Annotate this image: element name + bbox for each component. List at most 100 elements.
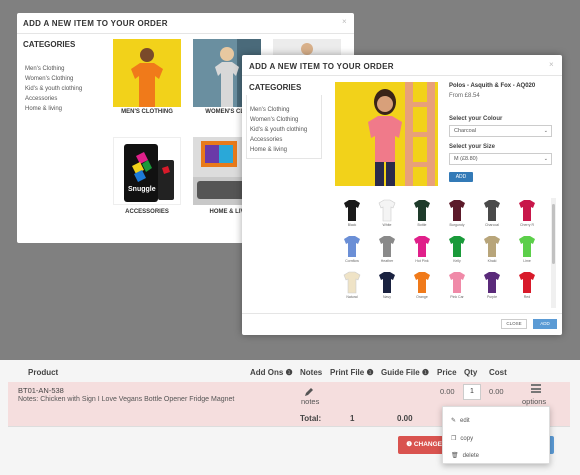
swatch-scrollbar[interactable] [551,198,556,308]
colour-swatch[interactable]: Lime [512,234,542,270]
close-icon[interactable]: × [342,17,347,26]
row-price: 0.00 [440,387,455,396]
colour-swatch[interactable]: Red [512,270,542,306]
modal-title: ADD A NEW ITEM TO YOUR ORDER [249,62,394,71]
swatch-label: Red [523,295,531,299]
swatch-label: White [382,223,392,227]
colour-swatch[interactable]: Pink Car [442,270,472,306]
qty-input[interactable]: 1 [463,384,481,400]
size-label: Select your Size [449,144,496,150]
swatch-label: Bottle [417,223,427,227]
swatch-label: Khaki [487,259,497,263]
polo-shirt-icon [411,306,433,308]
colour-swatch[interactable]: Bottle [407,198,437,234]
menu-item-delete[interactable]: 🗑 delete [451,452,479,460]
swatch-label: Black [347,223,357,227]
colour-swatch[interactable]: Orange [407,270,437,306]
colour-swatch[interactable] [407,306,437,308]
colour-swatch[interactable] [372,306,402,308]
colour-swatch[interactable]: Hot Pink [407,234,437,270]
category-mens[interactable]: Men's Clothing [250,105,307,115]
colour-swatch[interactable]: Heather [372,234,402,270]
colour-swatch[interactable]: Black [337,198,367,234]
category-womens[interactable]: Women's Clothing [25,74,82,84]
colour-swatch[interactable]: Natural [337,270,367,306]
polo-shirt-icon [484,236,500,257]
options-icon[interactable] [531,384,541,393]
tile-label-accessories[interactable]: ACCESSORIES [113,209,181,215]
swatch-label: Pink Car [450,295,464,299]
categories-heading: CATEGORIES [249,83,302,92]
change-button[interactable]: ❶ CHANGE [398,436,446,454]
col-product: Product [28,368,59,377]
colour-swatch[interactable] [477,306,507,308]
category-mens[interactable]: Men's Clothing [25,64,82,74]
colour-swatch[interactable]: White [372,198,402,234]
category-list: Men's Clothing Women's Clothing Kid's & … [25,64,82,114]
colour-swatch[interactable]: Cornflow [337,234,367,270]
colour-swatch[interactable]: Burgundy [442,198,472,234]
divider [17,33,354,34]
menu-item-edit[interactable]: ✎ edit [451,417,470,425]
colour-swatch[interactable]: Charcoal [477,198,507,234]
colour-swatch[interactable] [512,306,542,308]
product-notes: Notes: Chicken with Sign I Love Vegans B… [18,396,235,403]
size-select[interactable]: M (£8.80) ⌄ [449,153,552,165]
add-button[interactable]: ADD [449,172,473,182]
colour-swatch[interactable]: Khaki [477,234,507,270]
polo-shirt-icon [379,236,395,257]
options-menu: ✎ edit ❐ copy 🗑 delete [442,406,550,464]
total-label: Total: [300,414,322,423]
swatch-label: Navy [383,295,391,299]
polo-shirt-icon [341,306,363,308]
add-footer-button[interactable]: ADD [533,319,557,329]
colour-label: Select your Colour [449,116,503,122]
tile-label-mens[interactable]: MEN'S CLOTHING [113,109,181,115]
colour-swatch[interactable] [442,306,472,308]
options-link[interactable]: options [522,397,546,406]
order-panel: Product Add Ons ❶ Notes Print File ❶ Gui… [0,360,580,475]
category-accessories[interactable]: Accessories [25,94,82,104]
pencil-icon: ✎ [451,418,457,424]
close-icon[interactable]: × [549,60,554,69]
polo-shirt-icon [378,199,396,222]
menu-item-copy[interactable]: ❐ copy [451,435,473,443]
polo-shirt-icon [379,272,395,293]
close-button[interactable]: CLOSE [501,319,527,329]
col-cost: Cost [489,368,507,377]
polo-shirt-icon [376,306,398,308]
col-qty: Qty [464,368,478,377]
polo-shirt-icon [516,306,538,308]
category-kids[interactable]: Kid's & youth clothing [25,84,82,94]
category-kids[interactable]: Kid's & youth clothing [250,125,307,135]
colour-swatch[interactable]: Cherry R [512,198,542,234]
polo-shirt-icon [484,272,500,293]
category-accessories[interactable]: Accessories [250,135,307,145]
trash-icon: 🗑 [451,453,459,459]
accessories-image[interactable]: Snuggle [113,137,181,205]
divider [242,75,562,76]
colour-swatch[interactable]: Purple [477,270,507,306]
polo-shirt-icon [414,200,430,221]
colour-swatch[interactable] [337,306,367,308]
scrollbar-thumb[interactable] [552,204,555,264]
col-notes: Notes [300,368,323,377]
polo-shirt-icon [344,236,360,257]
notes-link[interactable]: notes [301,397,319,406]
colour-select[interactable]: Charcoal ⌄ [449,125,552,137]
col-price: Price [437,368,457,377]
mens-clothing-image[interactable] [113,39,181,107]
product-title: Polos - Asquith & Fox - AQ020 [449,83,536,89]
row-cost: 0.00 [489,387,504,396]
category-home[interactable]: Home & living [25,104,82,114]
swatch-label: Lime [523,259,531,263]
colour-swatch[interactable]: Kelly [442,234,472,270]
swatch-label: Cornflow [345,259,359,263]
col-print-file: Print File ❶ [330,368,374,377]
category-womens[interactable]: Women's Clothing [250,115,307,125]
swatch-label: Hot Pink [415,259,429,263]
category-home[interactable]: Home & living [250,145,307,155]
categories-heading: CATEGORIES [23,40,76,49]
modal-title: ADD A NEW ITEM TO YOUR ORDER [23,19,168,28]
colour-swatch[interactable]: Navy [372,270,402,306]
